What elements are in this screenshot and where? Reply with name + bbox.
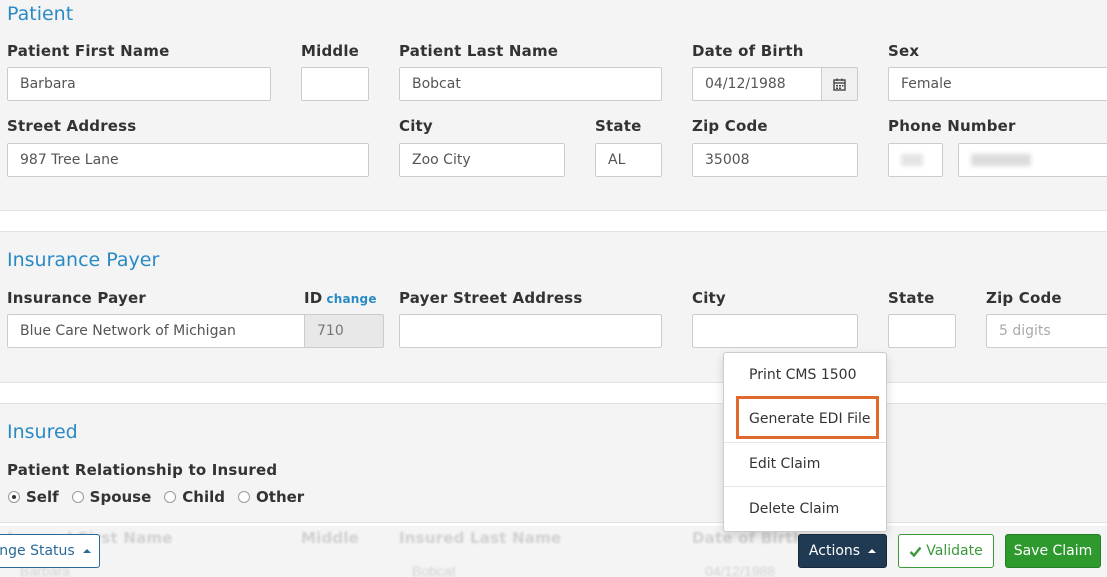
relationship-radio-group: Self Spouse Child Other (8, 488, 317, 506)
radio-spouse-label: Spouse (89, 488, 152, 506)
actions-dropdown-menu: Print CMS 1500 Generate EDI File Edit Cl… (723, 352, 887, 532)
section-divider (0, 522, 1107, 526)
menu-item-edit-claim[interactable]: Edit Claim (724, 456, 886, 472)
patient-last-name-field[interactable]: Bobcat (399, 67, 662, 101)
menu-item-print-cms-1500[interactable]: Print CMS 1500 (724, 367, 886, 383)
highlight-box (736, 396, 879, 439)
caret-up-icon (82, 549, 91, 553)
dob-label: Date of Birth (692, 42, 804, 60)
city-label: City (399, 117, 433, 135)
actions-label: Actions (808, 543, 861, 559)
section-divider (0, 382, 1107, 404)
payer-zip-field[interactable]: 5 digits (986, 314, 1107, 348)
insurance-payer-label: Insurance Payer (7, 289, 146, 307)
radio-button[interactable] (8, 491, 20, 503)
payer-zip-label: Zip Code (986, 289, 1062, 307)
calendar-button[interactable] (821, 67, 858, 101)
insured-last-name-value: Bobcat (412, 563, 456, 577)
insured-middle-label: Middle (301, 529, 360, 547)
radio-child[interactable]: Child (164, 488, 225, 506)
patient-first-name-field[interactable]: Barbara (7, 67, 271, 101)
relationship-label: Patient Relationship to Insured (7, 461, 278, 479)
radio-button[interactable] (71, 491, 84, 503)
patient-first-name-label: Patient First Name (7, 42, 170, 60)
dob-field[interactable]: 04/12/1988 (692, 67, 822, 101)
menu-divider (724, 442, 886, 443)
payer-id-label-text: ID (304, 289, 323, 307)
menu-divider (724, 486, 886, 487)
payer-id-label: ID change (304, 289, 377, 307)
payer-id-field: 710 (304, 314, 384, 348)
payer-state-field[interactable] (888, 314, 956, 348)
payer-city-label: City (692, 289, 726, 307)
actions-button[interactable]: Actions (798, 534, 887, 568)
change-status-label: nge Status (0, 543, 75, 559)
patient-middle-label: Middle (301, 42, 360, 60)
radio-button[interactable] (238, 491, 251, 503)
sex-label: Sex (888, 42, 920, 60)
payer-state-label: State (888, 289, 935, 307)
radio-button[interactable] (164, 491, 177, 503)
radio-other[interactable]: Other (238, 488, 304, 506)
validate-button[interactable]: Validate (898, 534, 994, 568)
payer-street-field[interactable] (399, 314, 662, 348)
radio-other-label: Other (256, 488, 305, 506)
state-field[interactable]: AL (595, 143, 662, 177)
city-field[interactable]: Zoo City (399, 143, 565, 177)
change-status-button[interactable]: nge Status (0, 534, 100, 568)
radio-spouse[interactable]: Spouse (71, 488, 152, 506)
validate-label: Validate (926, 543, 983, 559)
street-address-field[interactable]: 987 Tree Lane (7, 143, 369, 177)
checkmark-icon (909, 546, 922, 557)
patient-middle-field[interactable] (301, 67, 369, 101)
insured-dob-value: 04/12/1988 (705, 563, 776, 577)
change-payer-link[interactable]: change (326, 292, 376, 306)
phone-number-field[interactable] (958, 143, 1107, 177)
phone-label: Phone Number (888, 117, 1016, 135)
sex-select[interactable]: Female (888, 67, 1107, 101)
zip-label: Zip Code (692, 117, 768, 135)
payer-street-label: Payer Street Address (399, 289, 583, 307)
street-address-label: Street Address (7, 117, 137, 135)
section-divider (0, 210, 1107, 232)
zip-field[interactable]: 35008 (692, 143, 858, 177)
calendar-icon (833, 78, 846, 91)
insurance-payer-field[interactable]: Blue Care Network of Michigan (7, 314, 305, 348)
patient-last-name-label: Patient Last Name (399, 42, 559, 60)
radio-self[interactable]: Self (8, 488, 59, 506)
menu-item-delete-claim[interactable]: Delete Claim (724, 501, 886, 517)
payer-section-title: Insurance Payer (7, 249, 160, 271)
patient-section-title: Patient (7, 3, 74, 25)
insured-last-name-label: Insured Last Name (399, 529, 562, 547)
save-claim-label: Save Claim (1013, 543, 1093, 559)
payer-city-field[interactable] (692, 314, 858, 348)
caret-up-icon (868, 549, 877, 553)
insured-section-title: Insured (7, 421, 78, 443)
save-claim-button[interactable]: Save Claim (1005, 534, 1101, 568)
phone-area-field[interactable] (888, 143, 943, 177)
radio-self-label: Self (26, 488, 59, 506)
radio-child-label: Child (182, 488, 226, 506)
state-label: State (595, 117, 642, 135)
